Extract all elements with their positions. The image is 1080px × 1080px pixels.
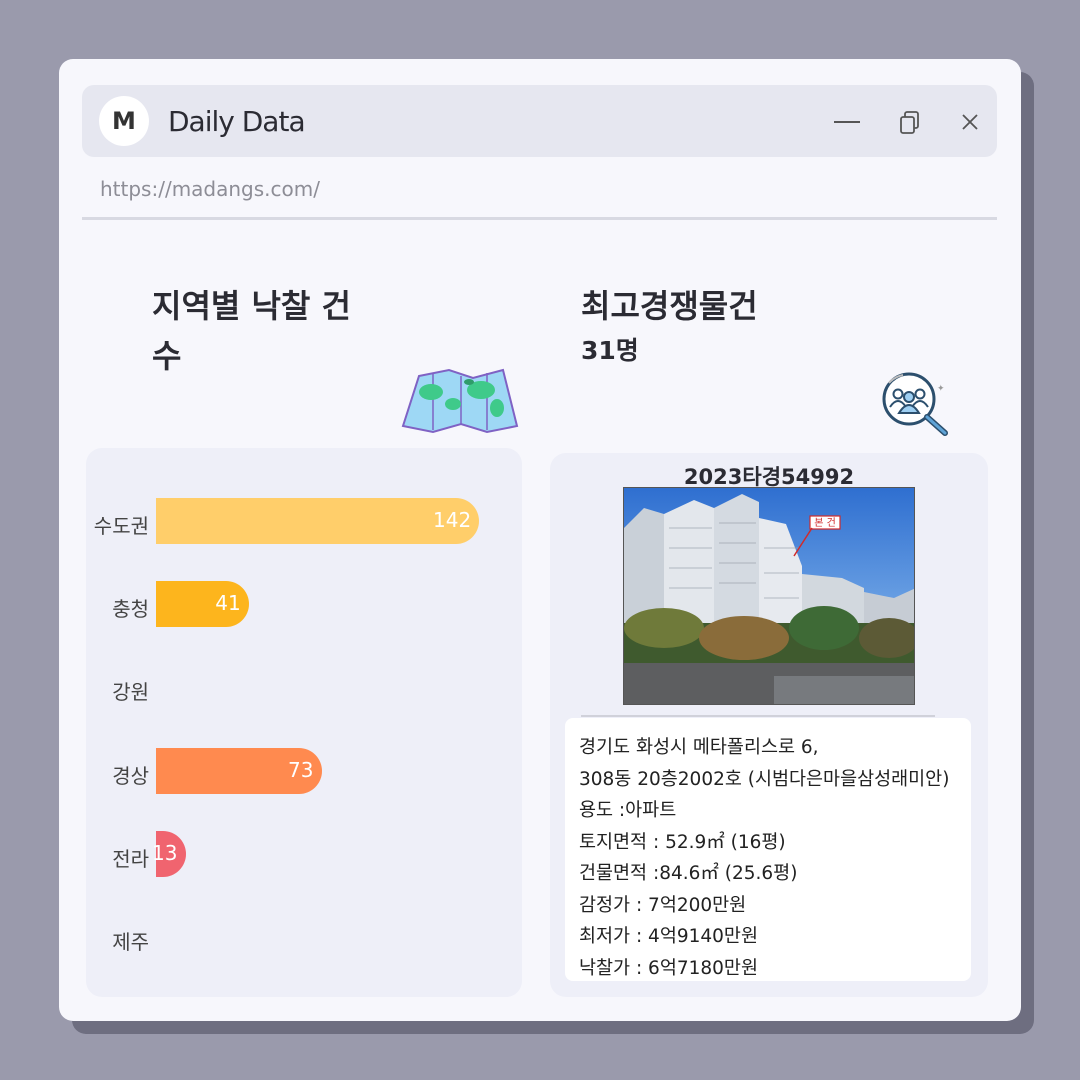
- bar: [156, 498, 479, 544]
- property-card: 2023타경54992 본 건 경기도 화성시 메타폴리스로 6, 308동 2…: [550, 453, 988, 997]
- photo-tag: 본 건: [814, 517, 836, 529]
- bar-category-label: 수도권: [93, 514, 149, 538]
- close-icon: [962, 114, 978, 130]
- close-button[interactable]: [955, 107, 985, 137]
- bar-value-label: 41: [215, 591, 241, 616]
- bar-value-label: 73: [288, 757, 314, 782]
- copy-icon: [900, 111, 919, 134]
- bar-value-label: 13: [152, 840, 178, 865]
- address-line-2: 308동 20층2002호 (시범다은마을삼성래미안): [579, 768, 950, 790]
- bar-row: 충청 41: [86, 581, 522, 629]
- winning-bid-line: 낙찰가 : 6억7180만원: [579, 957, 758, 979]
- usage-line: 용도 :아파트: [579, 800, 677, 821]
- bar-value-label: 142: [433, 508, 472, 532]
- bar-row: 전라 13: [86, 830, 522, 879]
- bidder-count: 31명: [581, 336, 639, 365]
- app-title: Daily Data: [168, 105, 306, 138]
- bar-category-label: 경상: [112, 763, 149, 788]
- region-bar-chart: 수도권 142 충청 41 강원경상 73 전라 13 제주: [86, 448, 522, 997]
- top-competition-title: 최고경쟁물건: [581, 287, 758, 325]
- appraisal-price-line: 감정가 : 7억200만원: [579, 894, 747, 916]
- bar-category-label: 강원: [112, 680, 149, 705]
- bar-category-label: 전라: [112, 846, 149, 871]
- bar-row: 제주: [86, 914, 522, 962]
- app-window: M Daily Data https://madangs.com/ 지역별 낙찰…: [59, 59, 1021, 1021]
- map-icon: [401, 368, 519, 434]
- region-chart-title: 지역별 낙찰 건수: [152, 287, 351, 375]
- property-photo: 본 건: [623, 487, 915, 705]
- address-bar[interactable]: https://madangs.com/: [100, 177, 320, 201]
- bar-row: 경상 73: [86, 747, 522, 796]
- bar-category-label: 충청: [112, 597, 149, 622]
- minimum-price-line: 최저가 : 4억9140만원: [579, 926, 758, 947]
- app-logo: M: [99, 96, 149, 146]
- bar-row: 수도권 142: [86, 498, 522, 546]
- address-line-1: 경기도 화성시 메타폴리스로 6,: [579, 737, 819, 758]
- building-area-line: 건물면적 :84.6㎡ (25.6평): [579, 863, 798, 884]
- divider: [581, 715, 935, 717]
- title-bar: M Daily Data: [82, 85, 997, 157]
- bar-category-label: 제주: [112, 930, 149, 954]
- svg-text:✦: ✦: [937, 384, 945, 394]
- divider: [82, 217, 997, 220]
- search-people-icon: ✦: [882, 372, 948, 436]
- property-details: 경기도 화성시 메타폴리스로 6, 308동 20층2002호 (시범다은마을삼…: [565, 718, 971, 981]
- minimize-icon: [834, 121, 860, 123]
- minimize-button[interactable]: [832, 107, 862, 137]
- restore-button[interactable]: [895, 107, 925, 137]
- land-area-line: 토지면적 : 52.9㎡ (16평): [579, 831, 786, 853]
- bar-row: 강원: [86, 664, 522, 712]
